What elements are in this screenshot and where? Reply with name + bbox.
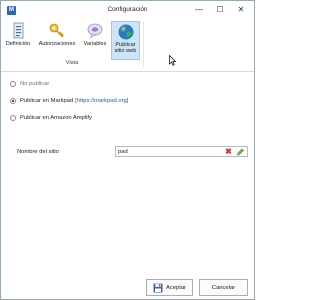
cancel-button[interactable]: Cancelar <box>199 279 248 296</box>
minimize-button[interactable]: — <box>192 4 206 16</box>
settings-window: M Configuración — ☐ ✕ Definición Autoriz… <box>0 0 255 300</box>
speech-bubble-icon <box>87 23 103 39</box>
maximize-button[interactable]: ☐ <box>213 4 227 16</box>
accept-button-label: Aceptar <box>166 284 186 291</box>
radio-label: No publicar <box>20 81 50 87</box>
radio-button[interactable] <box>10 81 16 87</box>
radio-label: Publicar en Markpad <box>20 98 74 104</box>
ribbon-button-autorizaciones[interactable]: Autorizaciones <box>35 21 79 59</box>
title-bar[interactable]: M Configuración — ☐ ✕ <box>1 1 254 20</box>
ribbon-group-separator <box>143 22 144 68</box>
ribbon: Definición Autorizaciones Variables Publ… <box>1 20 254 72</box>
globe-icon <box>118 24 133 40</box>
site-name-input[interactable] <box>118 148 218 156</box>
ribbon-label: Autorizaciones <box>38 41 76 47</box>
document-list-icon <box>13 22 24 39</box>
ribbon-label: Definición <box>5 41 31 47</box>
mouse-cursor-icon <box>169 55 176 66</box>
ribbon-group-label: Vista <box>65 60 79 66</box>
radio-button[interactable] <box>10 98 16 104</box>
accept-button[interactable]: Aceptar <box>146 279 193 296</box>
ribbon-button-definicion[interactable]: Definición <box>4 21 32 59</box>
radio-publicar-amazon-amplify[interactable]: Publicar en Amazon Amplify <box>10 114 92 122</box>
site-name-field[interactable]: ✖ <box>115 146 248 157</box>
radio-label: Publicar en Amazon Amplify <box>20 115 92 121</box>
markpad-link[interactable]: [https://markpad.org] <box>75 98 128 104</box>
radio-button[interactable] <box>10 115 16 121</box>
save-disk-icon <box>153 283 163 292</box>
edit-pencil-icon[interactable] <box>236 148 245 156</box>
radio-publicar-markpad[interactable]: Publicar en Markpad [https://markpad.org… <box>10 97 128 105</box>
key-icon <box>49 23 64 38</box>
radio-no-publicar[interactable]: No publicar <box>10 80 49 88</box>
site-name-label: Nombre del sitio <box>17 149 59 155</box>
clear-icon[interactable]: ✖ <box>224 147 233 156</box>
cancel-button-label: Cancelar <box>211 284 236 291</box>
ribbon-button-variables[interactable]: Variables <box>81 21 109 59</box>
ribbon-label-line2: sitio web <box>114 48 137 54</box>
close-button[interactable]: ✕ <box>234 4 248 16</box>
ribbon-button-publicar-sitio-web[interactable]: Publicar sitio web <box>111 21 140 60</box>
ribbon-label: Variables <box>83 41 107 47</box>
